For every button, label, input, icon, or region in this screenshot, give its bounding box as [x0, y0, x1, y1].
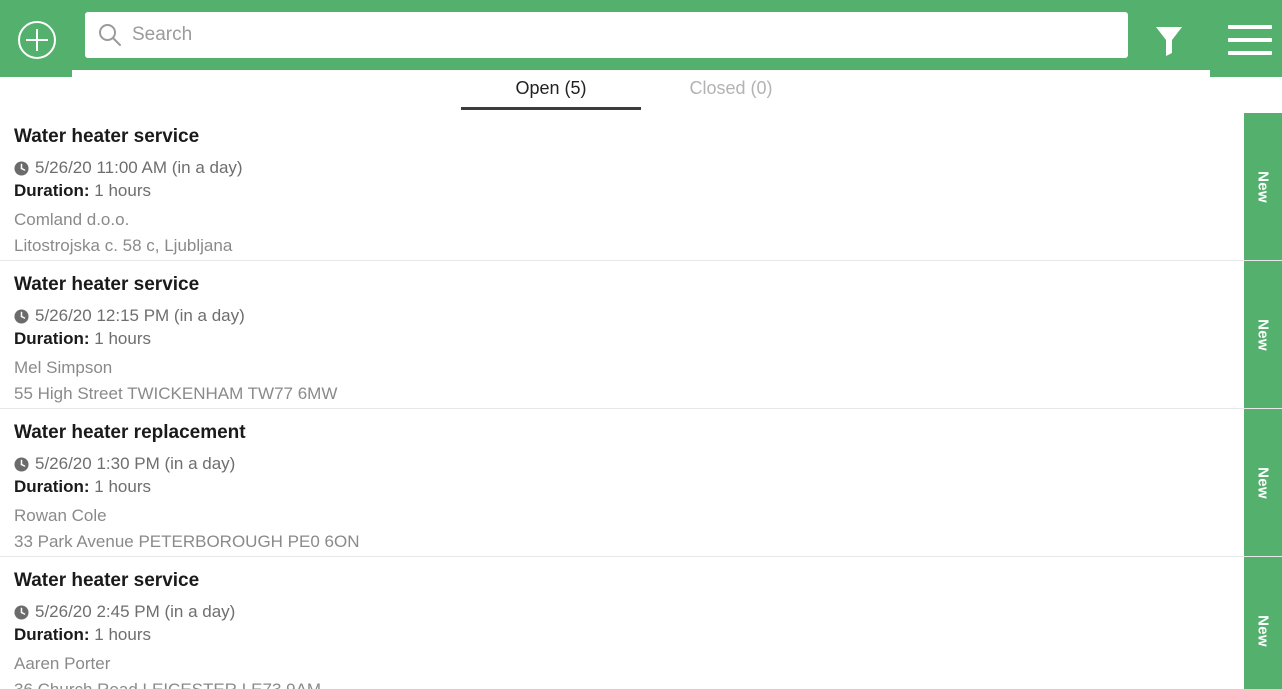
- clock-icon: [14, 604, 29, 620]
- clock-icon: [14, 308, 29, 324]
- job-duration-label: Duration:: [14, 181, 90, 200]
- app-root: Open (5) Closed (0) Water heater service…: [0, 0, 1282, 689]
- search-input[interactable]: [132, 12, 1116, 58]
- hamburger-menu-icon: [1228, 38, 1272, 42]
- job-time: 5/26/20 12:15 PM (in a day): [35, 306, 245, 325]
- search-icon: [99, 24, 121, 46]
- job-details: Water heater service 5/26/20 2:45 PM (in…: [14, 557, 1230, 689]
- status-badge: New: [1254, 170, 1272, 203]
- job-duration: Duration: 1 hours: [14, 476, 1230, 498]
- hamburger-menu-icon: [1228, 25, 1272, 29]
- job-title: Water heater service: [14, 570, 200, 591]
- job-time: 5/26/20 2:45 PM (in a day): [35, 602, 236, 621]
- status-badge: New: [1254, 318, 1272, 351]
- job-time-row: 5/26/20 12:15 PM (in a day): [14, 305, 1230, 327]
- job-details: Water heater service 5/26/20 12:15 PM (i…: [14, 261, 1230, 407]
- job-duration-value: 1 hours: [94, 329, 151, 348]
- job-customer: Comland d.o.o.: [14, 210, 130, 229]
- job-duration: Duration: 1 hours: [14, 624, 1230, 646]
- job-status-tab[interactable]: New: [1244, 409, 1282, 556]
- menu-button[interactable]: [1228, 25, 1272, 55]
- job-duration-label: Duration:: [14, 625, 90, 644]
- job-duration: Duration: 1 hours: [14, 180, 1230, 202]
- job-duration-label: Duration:: [14, 329, 90, 348]
- job-list-item[interactable]: Water heater service 5/26/20 2:45 PM (in…: [0, 557, 1282, 689]
- job-details: Water heater service 5/26/20 11:00 AM (i…: [14, 113, 1230, 259]
- header-notch: [72, 70, 1210, 77]
- status-badge: New: [1254, 614, 1272, 647]
- job-details: Water heater replacement 5/26/20 1:30 PM…: [14, 409, 1230, 555]
- tab-closed[interactable]: Closed (0): [641, 77, 821, 110]
- job-duration: Duration: 1 hours: [14, 328, 1230, 350]
- job-status-tab[interactable]: New: [1244, 557, 1282, 689]
- job-time: 5/26/20 1:30 PM (in a day): [35, 454, 236, 473]
- add-job-button[interactable]: [17, 20, 57, 60]
- job-address: 33 Park Avenue PETERBOROUGH PE0 6ON: [14, 532, 360, 551]
- job-list[interactable]: Water heater service 5/26/20 11:00 AM (i…: [0, 113, 1282, 689]
- job-time-row: 5/26/20 2:45 PM (in a day): [14, 601, 1230, 623]
- search-bar[interactable]: [85, 12, 1128, 58]
- job-time-row: 5/26/20 1:30 PM (in a day): [14, 453, 1230, 475]
- job-title: Water heater service: [14, 126, 200, 147]
- filter-button[interactable]: [1148, 19, 1190, 61]
- job-duration-value: 1 hours: [94, 477, 151, 496]
- job-customer: Mel Simpson: [14, 358, 113, 377]
- job-duration-label: Duration:: [14, 477, 90, 496]
- job-address: Litostrojska c. 58 c, Ljubljana: [14, 236, 233, 255]
- job-status-tab[interactable]: New: [1244, 113, 1282, 260]
- status-badge: New: [1254, 466, 1272, 499]
- tab-open[interactable]: Open (5): [461, 77, 641, 110]
- app-header: [0, 0, 1282, 77]
- job-address: 36 Church Road LEICESTER LE73 9AM: [14, 677, 1230, 689]
- job-list-item[interactable]: Water heater replacement 5/26/20 1:30 PM…: [0, 409, 1282, 557]
- job-list-item[interactable]: Water heater service 5/26/20 11:00 AM (i…: [0, 113, 1282, 261]
- clock-icon: [14, 160, 29, 176]
- job-title: Water heater service: [14, 274, 200, 295]
- job-list-item[interactable]: Water heater service 5/26/20 12:15 PM (i…: [0, 261, 1282, 409]
- job-time: 5/26/20 11:00 AM (in a day): [35, 158, 243, 177]
- job-customer: Rowan Cole: [14, 506, 107, 525]
- filter-funnel-icon: [1156, 27, 1182, 56]
- plus-circle-icon: [18, 21, 56, 59]
- job-address: 55 High Street TWICKENHAM TW77 6MW: [14, 384, 338, 403]
- job-status-tab[interactable]: New: [1244, 261, 1282, 408]
- job-time-row: 5/26/20 11:00 AM (in a day): [14, 157, 1230, 179]
- job-title: Water heater replacement: [14, 422, 246, 443]
- job-customer: Aaren Porter: [14, 654, 111, 673]
- job-duration-value: 1 hours: [94, 625, 151, 644]
- job-duration-value: 1 hours: [94, 181, 151, 200]
- clock-icon: [14, 456, 29, 472]
- tab-bar: Open (5) Closed (0): [0, 77, 1282, 113]
- hamburger-menu-icon: [1228, 51, 1272, 55]
